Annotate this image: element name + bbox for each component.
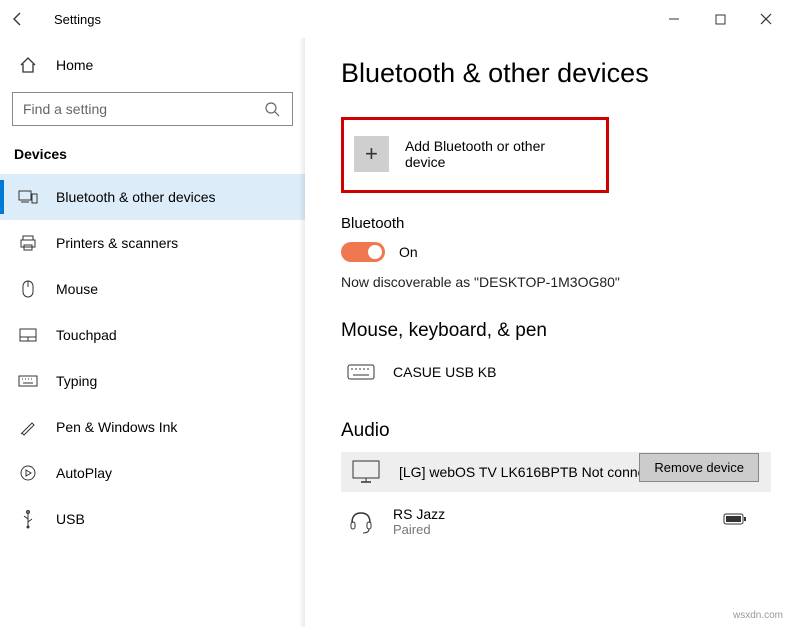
sidebar-item-label: Printers & scanners	[56, 235, 178, 251]
close-button[interactable]	[743, 0, 789, 38]
devices-icon	[18, 187, 38, 207]
search-icon	[262, 99, 282, 119]
headset-icon	[347, 512, 375, 532]
maximize-button[interactable]	[697, 0, 743, 38]
add-device-button[interactable]: + Add Bluetooth or other device	[341, 117, 609, 193]
remove-device-button[interactable]: Remove device	[639, 453, 759, 482]
sidebar-item-pen[interactable]: Pen & Windows Ink	[0, 404, 305, 450]
autoplay-icon	[18, 463, 38, 483]
sidebar-divider	[299, 38, 305, 627]
add-device-label: Add Bluetooth or other device	[405, 138, 584, 170]
page-title: Bluetooth & other devices	[341, 58, 771, 89]
sidebar-item-autoplay[interactable]: AutoPlay	[0, 450, 305, 496]
sidebar-item-label: Pen & Windows Ink	[56, 419, 177, 435]
bluetooth-label: Bluetooth	[341, 215, 771, 232]
section-mouse-keyboard: Mouse, keyboard, & pen	[341, 320, 771, 342]
device-row-keyboard[interactable]: CASUE USB KB	[341, 352, 771, 392]
sidebar-item-label: Bluetooth & other devices	[56, 189, 216, 205]
device-card-tv[interactable]: [LG] webOS TV LK616BPTB Not connected Re…	[341, 452, 771, 492]
back-button[interactable]	[10, 11, 42, 27]
sidebar-item-label: USB	[56, 511, 85, 527]
mouse-icon	[18, 279, 38, 299]
sidebar-home-label: Home	[56, 57, 93, 73]
search-input[interactable]: Find a setting	[12, 92, 293, 126]
device-name: [LG] webOS TV LK616BPTB	[399, 464, 578, 480]
section-audio: Audio	[341, 420, 771, 442]
sidebar-item-touchpad[interactable]: Touchpad	[0, 312, 305, 358]
watermark: wsxdn.com	[733, 610, 783, 621]
plus-icon: +	[354, 136, 389, 172]
home-icon	[18, 55, 38, 75]
keyboard-icon	[18, 371, 38, 391]
touchpad-icon	[18, 325, 38, 345]
sidebar: Home Find a setting Devices Bluetooth & …	[0, 38, 305, 627]
sidebar-item-label: Touchpad	[56, 327, 117, 343]
minimize-button[interactable]	[651, 0, 697, 38]
battery-icon	[723, 513, 747, 525]
main-content: Bluetooth & other devices + Add Bluetoot…	[305, 38, 789, 627]
window-title: Settings	[54, 12, 101, 27]
monitor-icon	[351, 462, 381, 482]
sidebar-item-label: Mouse	[56, 281, 98, 297]
sidebar-section-label: Devices	[0, 140, 305, 174]
sidebar-home[interactable]: Home	[0, 46, 305, 84]
search-placeholder: Find a setting	[23, 101, 107, 117]
sidebar-item-label: AutoPlay	[56, 465, 112, 481]
bluetooth-toggle[interactable]	[341, 242, 385, 262]
sidebar-item-label: Typing	[56, 373, 97, 389]
sidebar-item-usb[interactable]: USB	[0, 496, 305, 542]
discoverable-text: Now discoverable as "DESKTOP-1M3OG80"	[341, 274, 771, 290]
device-status: Paired	[393, 522, 445, 537]
printer-icon	[18, 233, 38, 253]
device-name: RS Jazz	[393, 506, 445, 522]
keyboard-icon	[347, 362, 375, 382]
device-row-headset[interactable]: RS Jazz Paired	[341, 492, 771, 547]
sidebar-item-printers[interactable]: Printers & scanners	[0, 220, 305, 266]
device-name: CASUE USB KB	[393, 364, 496, 380]
titlebar: Settings	[0, 0, 789, 38]
toggle-state: On	[399, 244, 418, 260]
usb-icon	[18, 509, 38, 529]
sidebar-item-bluetooth[interactable]: Bluetooth & other devices	[0, 174, 305, 220]
sidebar-item-mouse[interactable]: Mouse	[0, 266, 305, 312]
pen-icon	[18, 417, 38, 437]
sidebar-item-typing[interactable]: Typing	[0, 358, 305, 404]
